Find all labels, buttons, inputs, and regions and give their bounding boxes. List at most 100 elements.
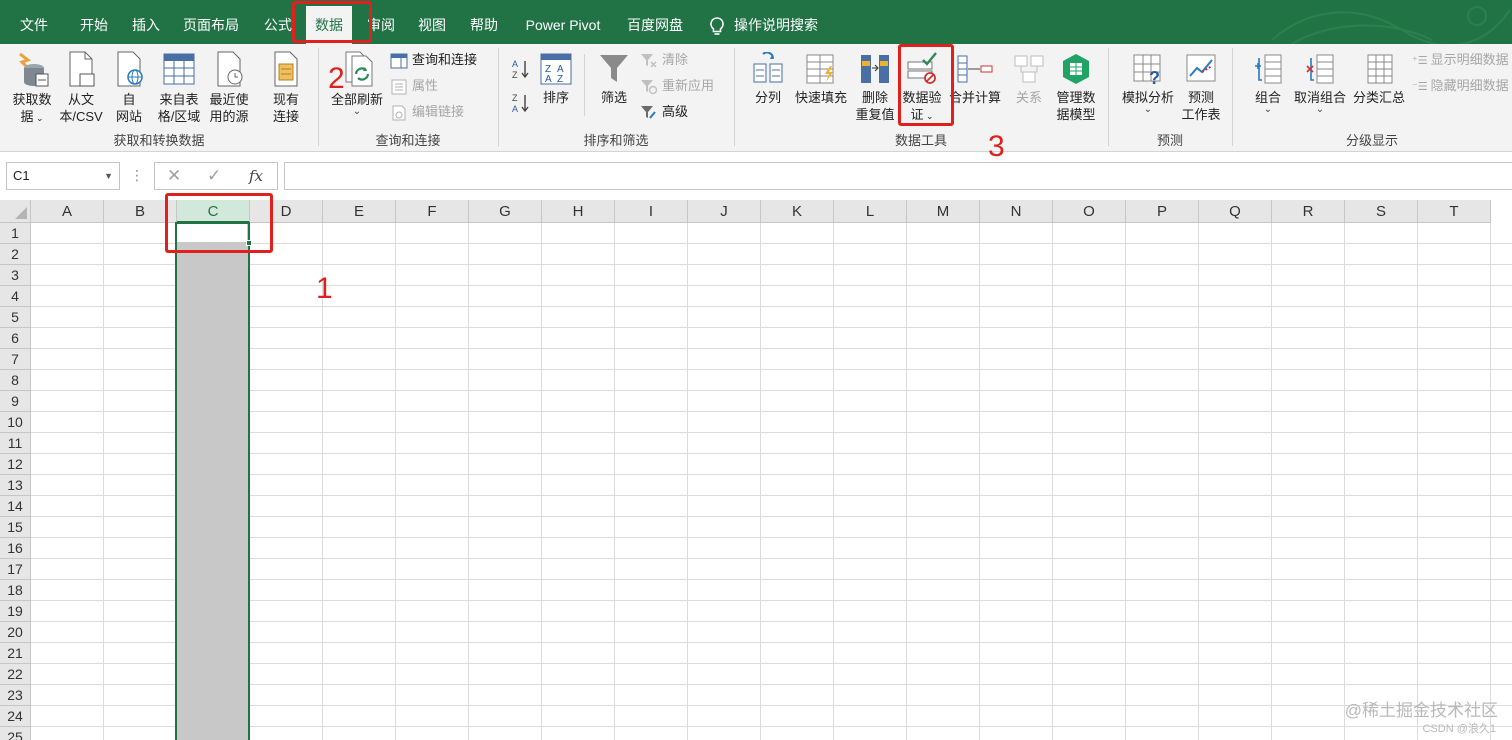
svg-text:Z: Z (557, 74, 563, 85)
column-header-h[interactable]: H (542, 200, 615, 223)
formula-bar-grip[interactable]: ⋮ (130, 166, 144, 184)
column-header-f[interactable]: F (396, 200, 469, 223)
row-header-13[interactable]: 13 (0, 475, 31, 496)
column-header-j[interactable]: J (688, 200, 761, 223)
row-header-17[interactable]: 17 (0, 559, 31, 580)
row-header-1[interactable]: 1 (0, 223, 31, 244)
row-header-25[interactable]: 25 (0, 727, 31, 740)
column-header-o[interactable]: O (1053, 200, 1126, 223)
column-header-g[interactable]: G (469, 200, 542, 223)
recent-sources-button[interactable]: 最近使 用的源 (206, 50, 252, 125)
properties-button[interactable]: 属性 (390, 75, 438, 97)
text-to-columns-button[interactable]: 分列 (748, 52, 788, 106)
cell-grid[interactable] (31, 223, 1512, 740)
group-label-outline: 分级显示 (1345, 133, 1398, 148)
filter-button[interactable]: 筛选 (594, 52, 634, 106)
row-header-12[interactable]: 12 (0, 454, 31, 475)
queries-connections-button[interactable]: 查询和连接 (390, 49, 477, 71)
row-header-4[interactable]: 4 (0, 286, 31, 307)
tab-home[interactable]: 开始 (68, 8, 120, 42)
column-header-t[interactable]: T (1418, 200, 1491, 223)
row-header-5[interactable]: 5 (0, 307, 31, 328)
row-header-10[interactable]: 10 (0, 412, 31, 433)
get-data-button[interactable]: 获取数 据 ⌄ (8, 50, 56, 127)
advanced-filter-button[interactable]: 高级 (640, 101, 688, 123)
enter-formula-icon[interactable]: ✓ (207, 165, 221, 187)
column-header-s[interactable]: S (1345, 200, 1418, 223)
tab-file[interactable]: 文件 (8, 8, 60, 42)
tab-insert[interactable]: 插入 (122, 8, 170, 42)
row-header-19[interactable]: 19 (0, 601, 31, 622)
annotation-box-data-validation (898, 44, 954, 126)
manage-data-model-button[interactable]: 管理数 据模型 (1052, 52, 1100, 123)
column-header-e[interactable]: E (323, 200, 396, 223)
reapply-button[interactable]: 重新应用 (640, 75, 714, 97)
column-header-n[interactable]: N (980, 200, 1053, 223)
row-header-24[interactable]: 24 (0, 706, 31, 727)
row-header-21[interactable]: 21 (0, 643, 31, 664)
consolidate-button[interactable]: 合并计算 (946, 52, 1004, 106)
ungroup-button[interactable]: 取消组合 ⌄ (1290, 52, 1350, 115)
existing-connections-button[interactable]: 现有 连接 (264, 50, 308, 125)
row-header-15[interactable]: 15 (0, 517, 31, 538)
row-header-16[interactable]: 16 (0, 538, 31, 559)
database-icon (19, 52, 49, 87)
sort-asc-button[interactable]: A Z (510, 58, 532, 80)
from-text-csv-button[interactable]: 从文 本/CSV (56, 50, 106, 125)
flash-fill-button[interactable]: 快速填充 (790, 52, 852, 106)
sort-button[interactable]: Z A A Z 排序 (536, 52, 576, 106)
relationships-button[interactable]: 关系 (1008, 52, 1050, 106)
hide-detail-button[interactable]: ⁻☰ 隐藏明细数据 (1412, 75, 1509, 97)
row-header-11[interactable]: 11 (0, 433, 31, 454)
row-header-3[interactable]: 3 (0, 265, 31, 286)
show-detail-button[interactable]: ⁺☰ 显示明细数据 (1412, 49, 1509, 71)
forecast-sheet-line1: 预测 (1187, 90, 1214, 105)
cancel-formula-icon[interactable]: ✕ (167, 165, 181, 187)
column-header-l[interactable]: L (834, 200, 907, 223)
tab-page-layout[interactable]: 页面布局 (172, 8, 250, 42)
group-button[interactable]: 组合 ⌄ (1248, 52, 1288, 115)
row-header-9[interactable]: 9 (0, 391, 31, 412)
tab-power-pivot[interactable]: Power Pivot (512, 8, 614, 42)
row-header-23[interactable]: 23 (0, 685, 31, 706)
subtotal-button[interactable]: 分类汇总 (1350, 52, 1408, 106)
edit-links-button[interactable]: 编辑链接 (390, 101, 464, 123)
row-header-8[interactable]: 8 (0, 370, 31, 391)
insert-function-icon[interactable]: fx (249, 165, 263, 187)
what-if-analysis-button[interactable]: ? 模拟分析 ⌄ (1118, 52, 1178, 115)
worksheet: ABCDEFGHIJKLMNOPQRST 1 2 3 4 5 6 7 8 9 10 11 12 13 14… (0, 200, 1512, 740)
row-header-18[interactable]: 18 (0, 580, 31, 601)
name-box[interactable]: C1 ▼ (6, 162, 120, 190)
row-header-20[interactable]: 20 (0, 622, 31, 643)
from-table-range-button[interactable]: 来自表 格/区域 (152, 50, 206, 125)
column-header-r[interactable]: R (1272, 200, 1345, 223)
chevron-down-icon[interactable]: ▼ (104, 163, 113, 189)
column-header-i[interactable]: I (615, 200, 688, 223)
row-header-6[interactable]: 6 (0, 328, 31, 349)
forecast-sheet-button[interactable]: 预测 工作表 (1178, 52, 1224, 123)
column-header-a[interactable]: A (31, 200, 104, 223)
select-all-button[interactable] (0, 200, 31, 223)
from-web-button[interactable]: 自 网站 (108, 50, 150, 125)
formula-input[interactable] (284, 162, 1512, 190)
tab-view[interactable]: 视图 (408, 8, 456, 42)
chevron-down-icon: ⌄ (1143, 104, 1153, 115)
remove-duplicates-button[interactable]: 删除 重复值 (854, 52, 896, 123)
column-header-p[interactable]: P (1126, 200, 1199, 223)
tab-help[interactable]: 帮助 (460, 8, 508, 42)
column-header-m[interactable]: M (907, 200, 980, 223)
relationships-label: 关系 (1015, 90, 1042, 105)
group-rows-icon (1255, 54, 1282, 84)
row-header-14[interactable]: 14 (0, 496, 31, 517)
row-header-22[interactable]: 22 (0, 664, 31, 685)
recent-sources-line1: 最近使 (209, 92, 249, 107)
tell-me-search[interactable]: 操作说明搜索 (708, 8, 818, 42)
row-header-7[interactable]: 7 (0, 349, 31, 370)
column-header-q[interactable]: Q (1199, 200, 1272, 223)
column-header-k[interactable]: K (761, 200, 834, 223)
svg-text:A: A (512, 59, 518, 69)
sort-desc-button[interactable]: Z A (510, 92, 532, 114)
tab-baidu-netdisk[interactable]: 百度网盘 (618, 8, 692, 42)
row-header-2[interactable]: 2 (0, 244, 31, 265)
clear-filter-button[interactable]: 清除 (640, 49, 688, 71)
